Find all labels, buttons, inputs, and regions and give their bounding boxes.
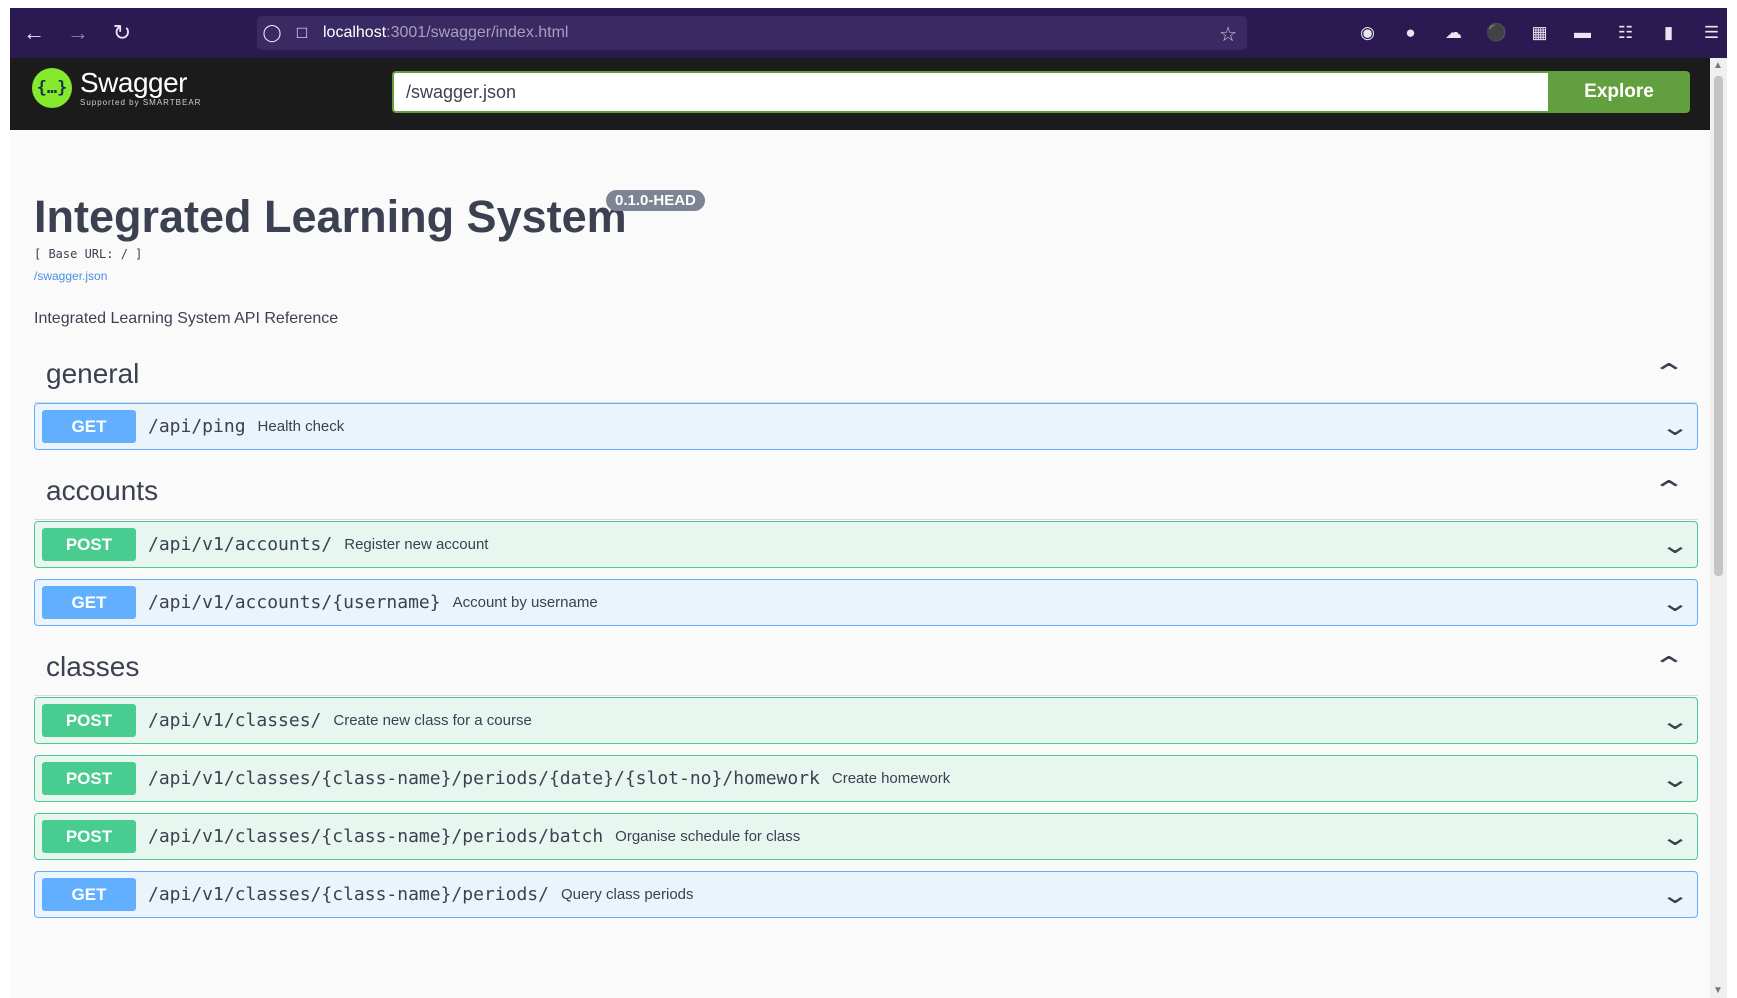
tag-name: classes	[46, 651, 140, 682]
base-url: [ Base URL: / ]	[34, 247, 143, 261]
method-badge: GET	[42, 410, 136, 443]
operation-row[interactable]: GET /api/v1/accounts/{username} Account …	[34, 579, 1698, 626]
chevron-up-icon[interactable]: ⌃	[1652, 475, 1687, 506]
reader-icon[interactable]: ▮	[1654, 18, 1683, 47]
extension-n-icon[interactable]: ▦	[1525, 18, 1554, 47]
tag-header[interactable]: general ⌃	[34, 346, 1698, 403]
method-badge: POST	[42, 820, 136, 853]
operation-summary: Health check	[257, 418, 345, 435]
operation-path: /api/v1/accounts/{username}	[148, 592, 441, 613]
arrow-left-icon: ←	[23, 20, 45, 45]
extension-icons: ◉ ● ☁ ⚫ ▦ ▬ ☷ ▮ ☰	[1353, 18, 1726, 47]
reload-button[interactable]: ↻	[102, 13, 142, 53]
api-title: Integrated Learning System	[34, 191, 627, 242]
shield-icon: ◯	[262, 23, 282, 42]
logo-name: Swagger	[80, 67, 188, 98]
operation-path: /api/v1/accounts/	[148, 534, 333, 555]
operation-row[interactable]: POST /api/v1/accounts/ Register new acco…	[34, 521, 1698, 568]
chevron-down-icon[interactable]: ⌄	[1660, 707, 1690, 736]
explore-button[interactable]: Explore	[1548, 71, 1690, 113]
operation-row[interactable]: GET /api/v1/classes/{class-name}/periods…	[34, 871, 1698, 918]
operation-row[interactable]: POST /api/v1/classes/{class-name}/period…	[34, 813, 1698, 860]
tag-header[interactable]: classes ⌃	[34, 639, 1698, 696]
api-description: Integrated Learning System API Reference	[34, 310, 339, 327]
menu-icon[interactable]: ☰	[1697, 18, 1726, 47]
reload-icon: ↻	[112, 20, 132, 45]
method-badge: GET	[42, 878, 136, 911]
method-badge: POST	[42, 704, 136, 737]
address-bar[interactable]: ◯ □ localhost:3001/swagger/index.html ☆	[257, 16, 1247, 50]
back-button[interactable]: ←	[14, 13, 54, 53]
method-badge: GET	[42, 586, 136, 619]
chevron-up-icon[interactable]: ⌃	[1652, 651, 1687, 682]
pocket-icon[interactable]: ◉	[1353, 18, 1382, 47]
swagger-logo-icon: {…}	[32, 68, 72, 108]
swagger-logo[interactable]: {…} Swagger Supported by SMARTBEAR	[32, 68, 201, 108]
url-path: :3001/swagger/index.html	[386, 24, 569, 41]
operation-path: /api/v1/classes/	[148, 710, 322, 731]
extension-blue-icon[interactable]: ▬	[1568, 18, 1597, 47]
chevron-down-icon[interactable]: ⌄	[1660, 589, 1690, 618]
operation-row[interactable]: POST /api/v1/classes/ Create new class f…	[34, 697, 1698, 744]
chevron-down-icon[interactable]: ⌄	[1660, 413, 1690, 442]
logo-subtitle: Supported by SMARTBEAR	[80, 98, 202, 107]
page-icon: □	[296, 23, 308, 42]
bookmark-star-icon[interactable]: ☆	[1219, 22, 1237, 47]
extension-cloud-icon[interactable]: ☁	[1439, 18, 1468, 47]
browser-toolbar: ← → ↻ ◯ □ localhost:3001/swagger/index.h…	[10, 8, 1727, 58]
scroll-up-icon[interactable]: ▲	[1713, 60, 1723, 71]
operation-summary: Account by username	[452, 594, 598, 611]
tag-section-accounts: accounts ⌃	[34, 463, 1698, 520]
account-icon[interactable]: ●	[1396, 18, 1425, 47]
tag-header[interactable]: accounts ⌃	[34, 463, 1698, 520]
operation-row[interactable]: GET /api/ping Health check ⌄	[34, 403, 1698, 450]
version-badge: 0.1.0-HEAD	[606, 190, 705, 211]
scroll-down-icon[interactable]: ▼	[1713, 985, 1723, 996]
operation-row[interactable]: POST /api/v1/classes/{class-name}/period…	[34, 755, 1698, 802]
chevron-down-icon[interactable]: ⌄	[1660, 531, 1690, 560]
scroll-thumb[interactable]	[1714, 76, 1723, 576]
arrow-right-icon: →	[67, 20, 89, 45]
operation-path: /api/v1/classes/{class-name}/periods/{da…	[148, 768, 820, 789]
forward-button[interactable]: →	[58, 13, 98, 53]
operation-summary: Query class periods	[560, 886, 694, 903]
extension-shield-icon[interactable]: ⚫	[1482, 18, 1511, 47]
spec-url-input[interactable]: /swagger.json	[392, 71, 1548, 113]
tag-section-general: general ⌃	[34, 346, 1698, 403]
tag-name: general	[46, 358, 140, 389]
chevron-down-icon[interactable]: ⌄	[1660, 765, 1690, 794]
chevron-down-icon[interactable]: ⌄	[1660, 881, 1690, 910]
operation-summary: Register new account	[344, 536, 489, 553]
swagger-topbar: {…} Swagger Supported by SMARTBEAR /swag…	[10, 58, 1710, 130]
logo-text: Swagger Supported by SMARTBEAR	[80, 69, 201, 107]
chevron-up-icon[interactable]: ⌃	[1652, 358, 1687, 389]
library-icon[interactable]: ☷	[1611, 18, 1640, 47]
operation-path: /api/v1/classes/{class-name}/periods/bat…	[148, 826, 604, 847]
spec-link[interactable]: /swagger.json	[34, 269, 107, 283]
scrollbar[interactable]: ▲ ▼	[1710, 58, 1727, 998]
url-host: localhost	[323, 24, 387, 41]
operation-path: /api/v1/classes/{class-name}/periods/	[148, 884, 549, 905]
method-badge: POST	[42, 528, 136, 561]
operation-summary: Create homework	[831, 770, 951, 787]
operation-summary: Organise schedule for class	[615, 828, 801, 845]
operation-summary: Create new class for a course	[333, 712, 532, 729]
tag-name: accounts	[46, 475, 159, 506]
tag-section-classes: classes ⌃	[34, 639, 1698, 696]
app-window: ← → ↻ ◯ □ localhost:3001/swagger/index.h…	[10, 8, 1727, 998]
url-text: localhost:3001/swagger/index.html	[323, 24, 568, 42]
chevron-down-icon[interactable]: ⌄	[1660, 823, 1690, 852]
method-badge: POST	[42, 762, 136, 795]
operation-path: /api/ping	[148, 416, 246, 437]
